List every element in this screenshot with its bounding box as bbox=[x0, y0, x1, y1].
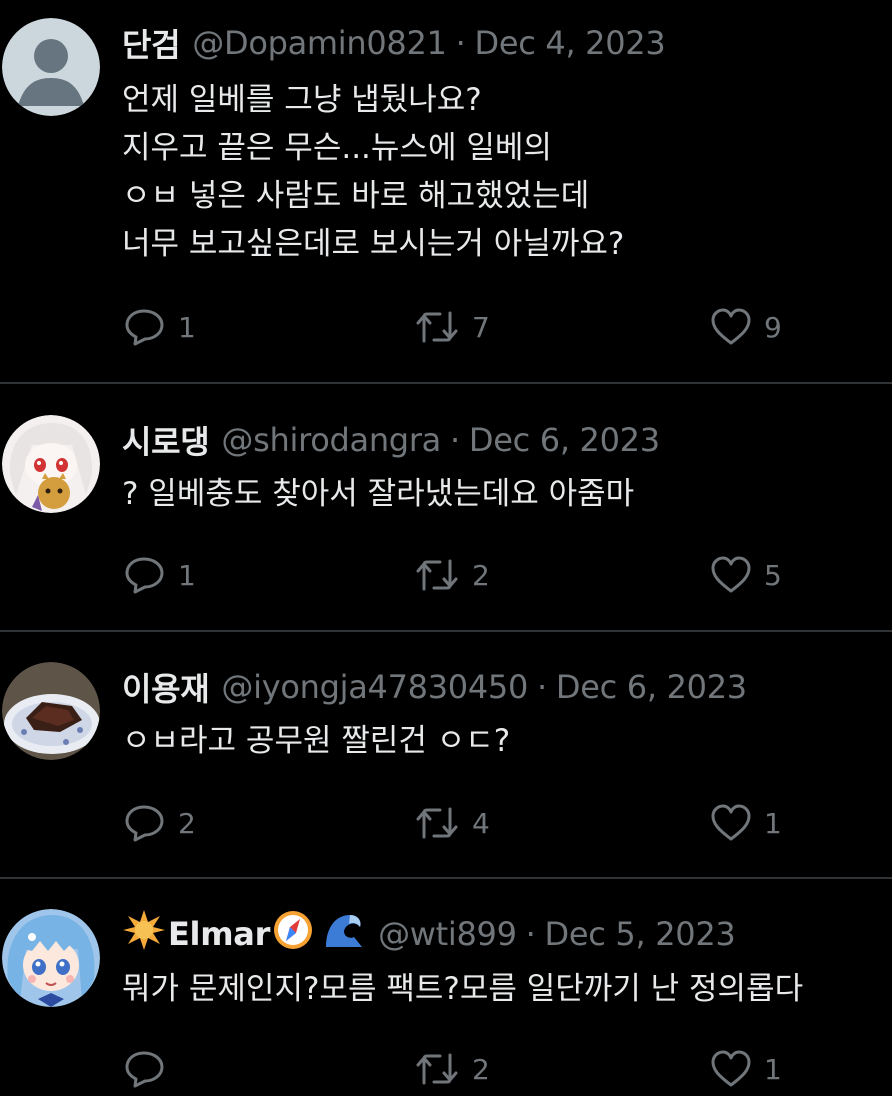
heart-icon bbox=[710, 556, 752, 594]
wave-emoji-icon bbox=[322, 909, 366, 959]
display-name[interactable]: 단검 bbox=[122, 20, 181, 66]
tweet-header: 단검 @Dopamin0821 · Dec 4, 2023 bbox=[122, 18, 666, 68]
retweet-button[interactable]: 4 bbox=[414, 804, 490, 842]
tweet-header: 시로댕 @shirodangra · Dec 6, 2023 bbox=[122, 415, 660, 465]
sun-emoji-icon bbox=[122, 908, 166, 960]
avatar-anime-girl[interactable] bbox=[2, 415, 100, 513]
like-count: 1 bbox=[764, 1052, 782, 1086]
reply-count: 2 bbox=[178, 806, 196, 840]
avatar-default[interactable] bbox=[2, 18, 100, 116]
like-button[interactable]: 1 bbox=[710, 804, 782, 842]
tweet-text-line: 뭐가 문제인지?모름 팩트?모름 일단까기 난 정의롭다 bbox=[122, 971, 804, 1007]
tweet-date[interactable]: Dec 6, 2023 bbox=[556, 668, 747, 706]
reply-button[interactable]: 1 bbox=[124, 556, 196, 594]
tweet-date[interactable]: Dec 4, 2023 bbox=[474, 24, 665, 62]
display-name[interactable]: Elmar bbox=[168, 915, 270, 953]
tweet-text-line: ㅇㅂ라고 공무원 짤린건 ㅇㄷ? bbox=[122, 723, 511, 759]
reply-button[interactable]: 2 bbox=[124, 804, 196, 842]
separator-dot: · bbox=[455, 24, 466, 62]
retweet-count: 7 bbox=[472, 310, 490, 344]
retweet-count: 4 bbox=[472, 806, 490, 840]
like-button[interactable]: 5 bbox=[710, 556, 782, 594]
user-handle[interactable]: @shirodangra bbox=[221, 421, 441, 459]
retweet-icon bbox=[414, 556, 460, 594]
user-handle[interactable]: @Dopamin0821 bbox=[192, 24, 447, 62]
like-count: 5 bbox=[764, 558, 782, 592]
like-button[interactable]: 9 bbox=[710, 308, 782, 346]
tweet-date[interactable]: Dec 6, 2023 bbox=[469, 421, 660, 459]
compass-emoji-icon bbox=[272, 909, 314, 959]
reply-count: 1 bbox=[178, 558, 196, 592]
reply-count: 1 bbox=[178, 310, 196, 344]
avatar-anime-blue-hair[interactable] bbox=[2, 909, 100, 1007]
retweet-icon bbox=[414, 308, 460, 346]
like-count: 1 bbox=[764, 806, 782, 840]
retweet-count: 2 bbox=[472, 558, 490, 592]
heart-icon bbox=[710, 1050, 752, 1088]
separator-dot: · bbox=[525, 915, 536, 953]
display-name[interactable]: 시로댕 bbox=[122, 417, 210, 463]
tweet-date[interactable]: Dec 5, 2023 bbox=[545, 915, 736, 953]
retweet-icon bbox=[414, 1050, 460, 1088]
tweet-text: ? 일베충도 찾아서 잘라냈는데요 아줌마 bbox=[122, 470, 634, 518]
tweet-text-line: ㅇㅂ 넣은 사람도 바로 해고했었는데 bbox=[122, 178, 590, 214]
display-name[interactable]: 이용재 bbox=[122, 664, 210, 710]
user-handle[interactable]: @wti899 bbox=[378, 915, 517, 953]
tweet-header: Elmar @wti899 · Dec 5, 2023 bbox=[122, 908, 736, 960]
reply-button[interactable] bbox=[124, 1050, 178, 1088]
reply-button[interactable]: 1 bbox=[124, 308, 196, 346]
tweet-text: ㅇㅂ라고 공무원 짤린건 ㅇㄷ? bbox=[122, 717, 510, 765]
heart-icon bbox=[710, 308, 752, 346]
reply-bubble-icon bbox=[124, 804, 166, 842]
avatar-food-photo[interactable] bbox=[2, 662, 100, 760]
reply-bubble-icon bbox=[124, 308, 166, 346]
tweet-divider bbox=[0, 877, 892, 879]
tweet-divider bbox=[0, 382, 892, 384]
tweet-header: 이용재 @iyongja47830450 · Dec 6, 2023 bbox=[122, 662, 747, 712]
retweet-count: 2 bbox=[472, 1052, 490, 1086]
separator-dot: · bbox=[449, 421, 460, 459]
separator-dot: · bbox=[537, 668, 547, 706]
tweet-text-line: ? 일베충도 찾아서 잘라냈는데요 아줌마 bbox=[122, 476, 635, 512]
retweet-button[interactable]: 2 bbox=[414, 1050, 490, 1088]
retweet-button[interactable]: 2 bbox=[414, 556, 490, 594]
tweet-text-line: 언제 일베를 그냥 냅뒀나요? bbox=[122, 82, 482, 118]
tweet-divider bbox=[0, 630, 892, 632]
retweet-button[interactable]: 7 bbox=[414, 308, 490, 346]
like-button[interactable]: 1 bbox=[710, 1050, 782, 1088]
like-count: 9 bbox=[764, 310, 782, 344]
heart-icon bbox=[710, 804, 752, 842]
user-handle[interactable]: @iyongja47830450 bbox=[221, 668, 528, 706]
tweet-text-line: 너무 보고싶은데로 보시는거 아닐까요? bbox=[122, 226, 625, 262]
tweet-text: 뭐가 문제인지?모름 팩트?모름 일단까기 난 정의롭다 bbox=[122, 965, 803, 1013]
reply-bubble-icon bbox=[124, 556, 166, 594]
reply-bubble-icon bbox=[124, 1050, 166, 1088]
tweet-text: 언제 일베를 그냥 냅뒀나요? 지우고 끝은 무슨...뉴스에 일베의 ㅇㅂ 넣… bbox=[122, 76, 624, 268]
retweet-icon bbox=[414, 804, 460, 842]
tweet-text-line: 지우고 끝은 무슨...뉴스에 일베의 bbox=[122, 130, 552, 166]
